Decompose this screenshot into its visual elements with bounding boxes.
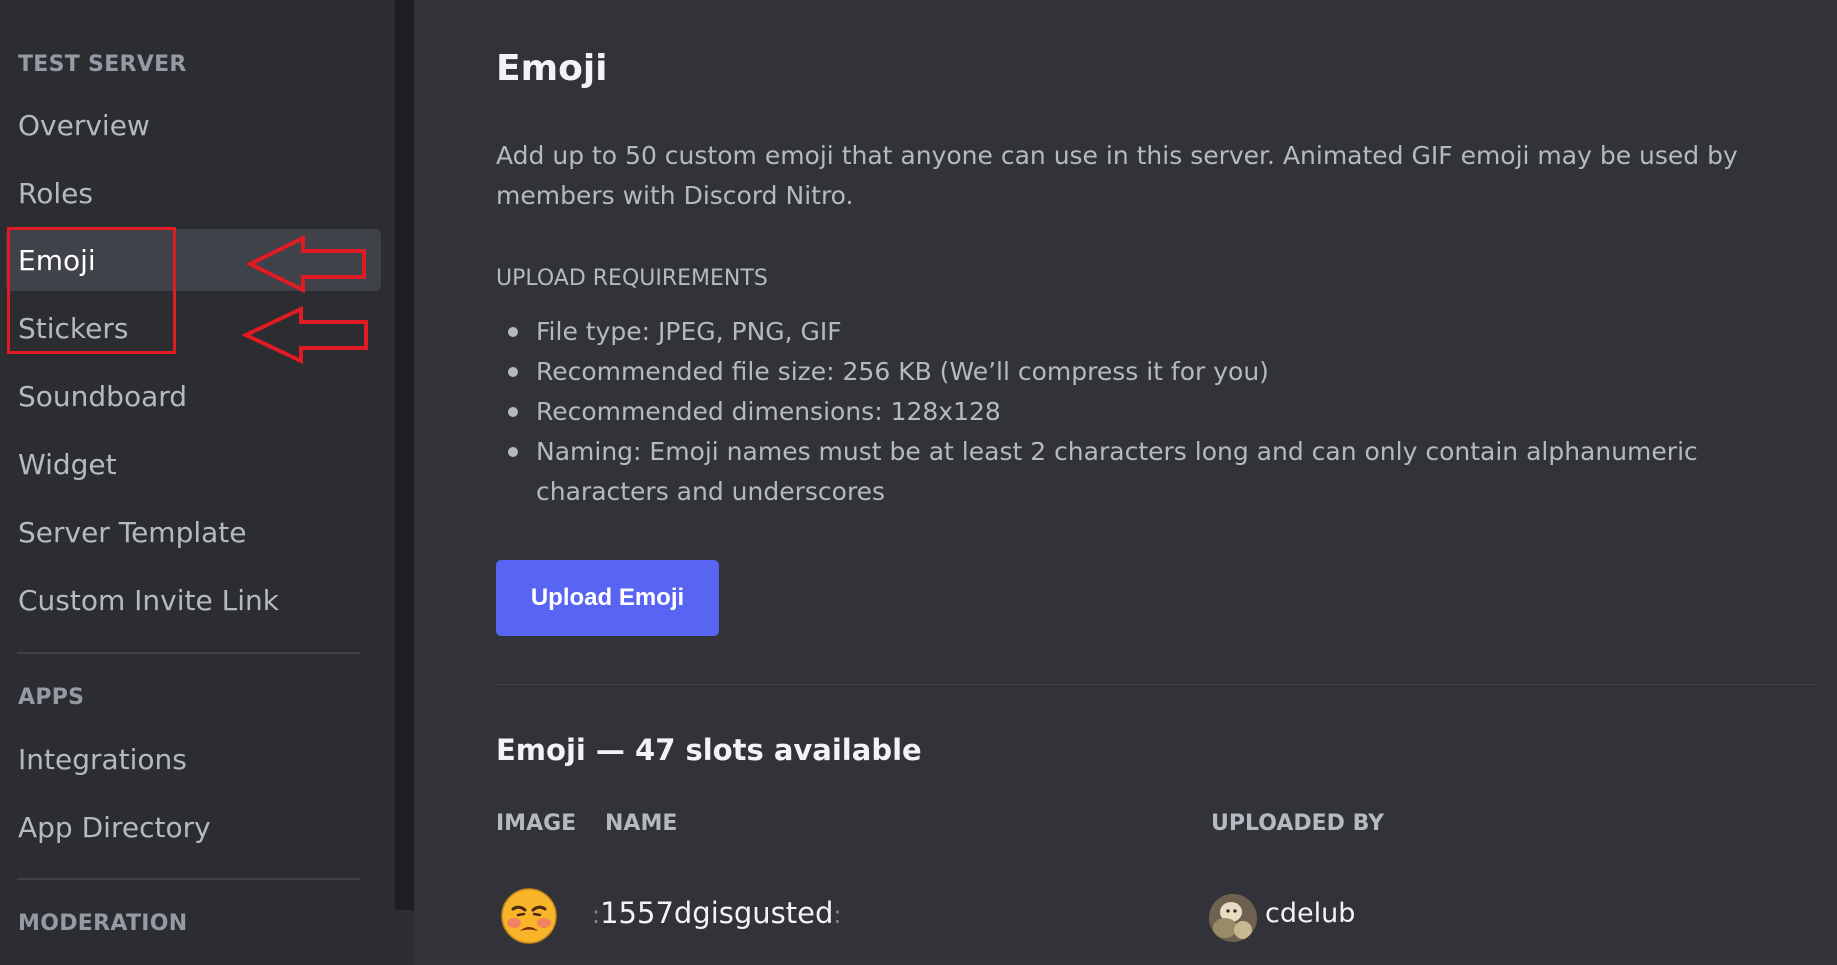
- sidebar-divider: [17, 652, 360, 654]
- section-header-moderation: MODERATION: [18, 911, 188, 936]
- sidebar-item-integrations[interactable]: Integrations: [6, 728, 381, 790]
- settings-sidebar: TEST SERVER Overview Roles Emoji Sticker…: [0, 0, 395, 965]
- annotation-highlight-box: [7, 227, 176, 354]
- column-header-uploaded-by: UPLOADED BY: [1211, 811, 1385, 836]
- sidebar-item-widget[interactable]: Widget: [6, 433, 381, 495]
- emoji-slots-title: Emoji — 47 slots available: [496, 733, 922, 767]
- emoji-name-field[interactable]: :1557dgisgusted:: [592, 896, 842, 930]
- upload-requirements-header: UPLOAD REQUIREMENTS: [496, 266, 768, 291]
- column-header-image: IMAGE: [496, 811, 577, 836]
- bullet-icon: [508, 367, 518, 377]
- requirement-text: File type: JPEG, PNG, GIF: [536, 317, 842, 346]
- arrow-left-icon: [242, 305, 368, 365]
- bullet-icon: [508, 447, 518, 457]
- column-header-name: NAME: [605, 811, 678, 836]
- list-item: Recommended dimensions: 128x128: [496, 392, 1826, 432]
- uploader-username: cdelub: [1265, 898, 1356, 929]
- user-avatar: [1209, 894, 1257, 942]
- requirement-text: Recommended dimensions: 128x128: [536, 397, 1001, 426]
- upload-emoji-button[interactable]: Upload Emoji: [496, 560, 719, 636]
- bullet-icon: [508, 327, 518, 337]
- sidebar-item-roles[interactable]: Roles: [6, 162, 381, 224]
- disgusted-face-emoji-icon: [501, 888, 557, 944]
- content-divider: [496, 684, 1816, 685]
- list-item: Naming: Emoji names must be at least 2 c…: [496, 432, 1826, 512]
- section-header-apps: APPS: [18, 685, 85, 710]
- emoji-name-text: 1557dgisgusted: [600, 896, 834, 930]
- colon-prefix: :: [592, 901, 601, 929]
- arrow-left-icon: [246, 234, 366, 294]
- colon-suffix: :: [833, 901, 842, 929]
- bullet-icon: [508, 407, 518, 417]
- sidebar-scroll-track-end: [395, 910, 414, 965]
- requirement-text: Naming: Emoji names must be at least 2 c…: [536, 437, 1698, 506]
- requirement-text: Recommended file size: 256 KB (We’ll com…: [536, 357, 1269, 386]
- page-title: Emoji: [496, 48, 608, 89]
- sidebar-item-custom-invite-link[interactable]: Custom Invite Link: [6, 569, 381, 631]
- avatar-image-icon: [1209, 894, 1257, 942]
- sidebar-divider: [17, 878, 360, 880]
- section-header-test-server: TEST SERVER: [18, 52, 187, 77]
- list-item: Recommended file size: 256 KB (We’ll com…: [496, 352, 1826, 392]
- page-description: Add up to 50 custom emoji that anyone ca…: [496, 141, 1738, 210]
- sidebar-item-overview[interactable]: Overview: [6, 94, 381, 156]
- sidebar-item-server-template[interactable]: Server Template: [6, 501, 381, 563]
- list-item: File type: JPEG, PNG, GIF: [496, 312, 1826, 352]
- sidebar-scrollbar[interactable]: [395, 0, 414, 910]
- sidebar-item-app-directory[interactable]: App Directory: [6, 796, 381, 858]
- upload-requirements-list: File type: JPEG, PNG, GIF Recommended fi…: [496, 312, 1826, 512]
- sidebar-item-soundboard[interactable]: Soundboard: [6, 365, 381, 427]
- emoji-settings-panel: Emoji Add up to 50 custom emoji that any…: [414, 0, 1837, 965]
